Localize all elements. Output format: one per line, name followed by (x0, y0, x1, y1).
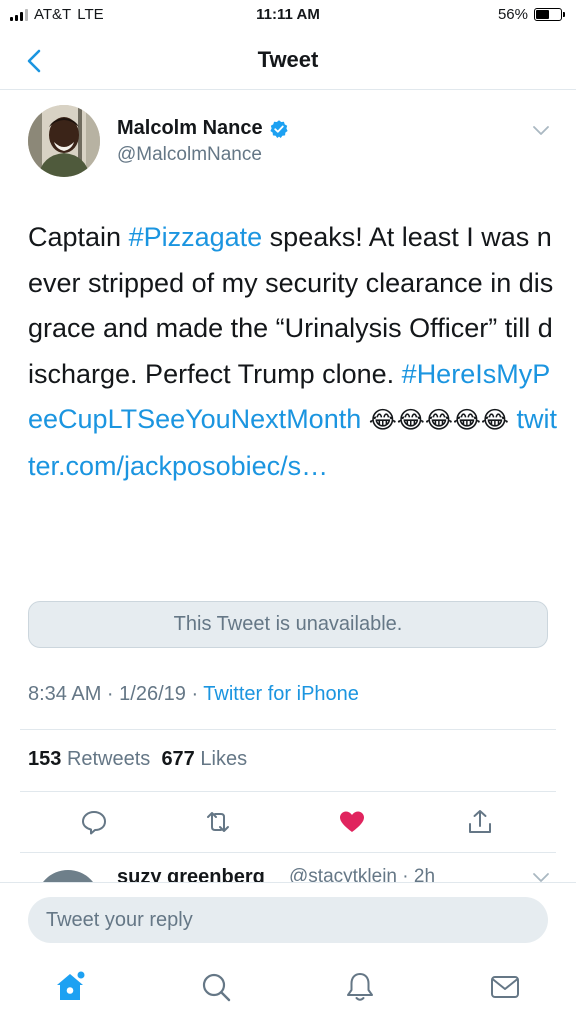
author-handle[interactable]: @MalcolmNance (117, 144, 289, 166)
battery-icon (534, 8, 565, 21)
page-title: Tweet (257, 47, 319, 72)
nav-bar: Tweet (0, 34, 576, 90)
tweet-author[interactable]: Malcolm Nance @MalcolmNance (117, 117, 289, 166)
tweet-timestamp: 8:34 AM · 1/26/19 · (28, 683, 204, 705)
reply-input[interactable]: Tweet your reply (28, 897, 548, 943)
home-icon[interactable] (53, 970, 87, 1004)
tab-bar (0, 954, 576, 1024)
reply-tweet[interactable]: suzy greenberg @stacytklein · 2h (0, 856, 576, 884)
battery-percent: 56% (497, 6, 528, 23)
tweet-emoji: 😂😂😂😂😂 (368, 407, 509, 434)
verified-badge-icon (270, 119, 288, 138)
retweet-icon[interactable] (204, 808, 232, 836)
tweet-source-link[interactable]: Twitter for iPhone (203, 683, 359, 705)
divider (20, 729, 556, 730)
search-icon[interactable] (199, 970, 233, 1004)
chevron-down-icon[interactable] (532, 125, 550, 137)
tweet-actions (0, 796, 576, 846)
divider (20, 791, 556, 792)
heart-icon[interactable] (338, 808, 366, 836)
notifications-icon[interactable] (343, 970, 377, 1004)
avatar[interactable] (28, 105, 100, 177)
retweets-count[interactable]: 153 (28, 748, 61, 770)
likes-count[interactable]: 677 (161, 748, 194, 770)
tweet-link[interactable]: #Pizzagate (129, 222, 263, 252)
reply-composer: Tweet your reply (0, 882, 576, 954)
quoted-tweet-unavailable: This Tweet is unavailable. (28, 601, 548, 648)
share-icon[interactable] (466, 808, 494, 836)
tweet-meta: 8:34 AM · 1/26/19 · Twitter for iPhone (28, 683, 359, 706)
reply-icon[interactable] (80, 808, 108, 836)
status-bar: AT&T LTE 11:11 AM 56% (0, 0, 576, 34)
tweet-text: Captain #Pizzagate speaks! At least I wa… (28, 215, 558, 489)
battery-info: 56% (497, 6, 565, 23)
tweet-text-segment: Captain (28, 222, 129, 252)
retweets-label[interactable]: Retweets (67, 748, 150, 770)
tweet-stats: 153 Retweets 677 Likes (28, 748, 247, 771)
tweet-text-segment (361, 404, 369, 434)
clock: 11:11 AM (256, 6, 320, 23)
divider (20, 852, 556, 853)
author-name[interactable]: Malcolm Nance (117, 117, 263, 140)
avatar-image (28, 105, 100, 177)
messages-icon[interactable] (488, 970, 522, 1004)
likes-label[interactable]: Likes (200, 748, 247, 770)
